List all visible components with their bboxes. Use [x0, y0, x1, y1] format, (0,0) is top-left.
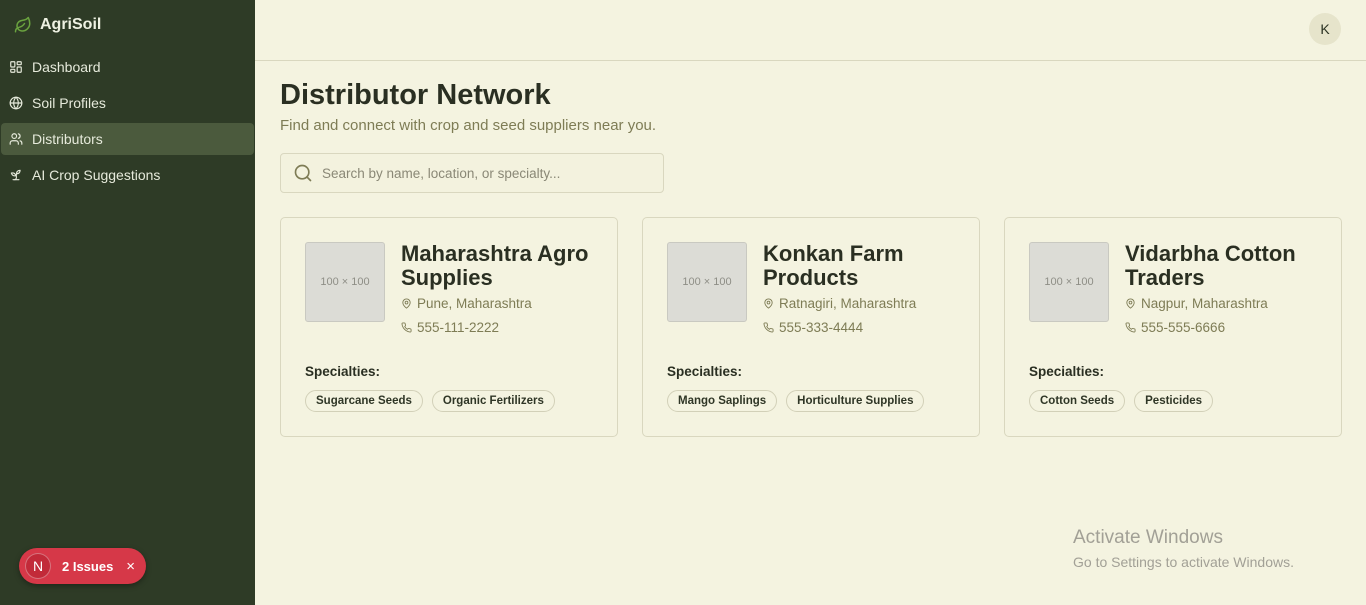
- specialties-label: Specialties:: [1029, 364, 1105, 379]
- specialties-label: Specialties:: [667, 364, 743, 379]
- distributor-location: Nagpur, Maharashtra: [1125, 296, 1268, 311]
- specialty-tag: Horticulture Supplies: [786, 390, 925, 412]
- specialties-label: Specialties:: [305, 364, 381, 379]
- brand[interactable]: AgriSoil: [14, 14, 101, 36]
- distributor-name: Vidarbha Cotton Traders: [1125, 241, 1296, 290]
- specialty-tag: Pesticides: [1134, 390, 1214, 412]
- top-bar: K: [255, 0, 1366, 61]
- page-title: Distributor Network: [280, 79, 551, 111]
- distributor-card[interactable]: 100 × 100 Maharashtra Agro Supplies Pune…: [280, 217, 618, 437]
- distributor-location-text: Nagpur, Maharashtra: [1141, 296, 1268, 311]
- distributor-list: 100 × 100 Maharashtra Agro Supplies Pune…: [280, 217, 1342, 437]
- search-icon: [294, 164, 312, 182]
- map-pin-icon: [1126, 298, 1135, 309]
- app-root: AgriSoil Dashboard Soil Profiles Distrib…: [0, 0, 1366, 605]
- distributor-phone[interactable]: 555-111-2222: [401, 320, 499, 335]
- sidebar-item-distributors[interactable]: Distributors: [1, 123, 254, 155]
- sidebar-item-ai-crop-suggestions[interactable]: AI Crop Suggestions: [1, 159, 254, 191]
- issues-label: 2 Issues: [62, 558, 114, 574]
- windows-activation-watermark: Activate Windows Go to Settings to activ…: [1073, 527, 1294, 570]
- distributor-phone[interactable]: 555-333-4444: [763, 320, 863, 335]
- sidebar: AgriSoil Dashboard Soil Profiles Distrib…: [0, 0, 255, 605]
- distributor-image-placeholder: 100 × 100: [305, 242, 385, 322]
- specialty-tags: Cotton Seeds Pesticides: [1029, 390, 1214, 412]
- specialty-tags: Mango Saplings Horticulture Supplies: [667, 390, 925, 412]
- phone-icon: [401, 322, 412, 333]
- distributor-phone-text: 555-333-4444: [779, 320, 864, 335]
- specialty-tag: Cotton Seeds: [1029, 390, 1126, 412]
- sidebar-item-label: Distributors: [32, 131, 103, 147]
- sidebar-item-label: AI Crop Suggestions: [32, 167, 161, 183]
- distributor-name: Maharashtra Agro Supplies: [401, 241, 589, 290]
- user-avatar[interactable]: K: [1309, 13, 1341, 45]
- distributor-name: Konkan Farm Products: [763, 241, 904, 290]
- distributor-location-text: Ratnagiri, Maharashtra: [779, 296, 917, 311]
- page-subtitle: Find and connect with crop and seed supp…: [280, 117, 657, 134]
- distributor-image-placeholder: 100 × 100: [1029, 242, 1109, 322]
- globe-icon: [9, 96, 23, 110]
- distributor-location: Pune, Maharashtra: [401, 296, 532, 311]
- phone-icon: [1125, 322, 1136, 333]
- specialty-tags: Sugarcane Seeds Organic Fertilizers: [305, 390, 555, 412]
- watermark-subtitle: Go to Settings to activate Windows.: [1073, 554, 1294, 570]
- distributor-image-placeholder: 100 × 100: [667, 242, 747, 322]
- leaf-icon: [14, 16, 32, 34]
- map-pin-icon: [764, 298, 773, 309]
- phone-icon: [763, 322, 774, 333]
- distributor-phone-text: 555-555-6666: [1141, 320, 1226, 335]
- sidebar-item-dashboard[interactable]: Dashboard: [1, 51, 254, 83]
- users-icon: [9, 133, 23, 145]
- distributor-location: Ratnagiri, Maharashtra: [763, 296, 916, 311]
- specialty-tag: Mango Saplings: [667, 390, 778, 412]
- distributor-card[interactable]: 100 × 100 Vidarbha Cotton Traders Nagpur…: [1004, 217, 1342, 437]
- distributor-location-text: Pune, Maharashtra: [417, 296, 532, 311]
- issues-badge[interactable]: N 2 Issues ×: [19, 548, 146, 584]
- issues-avatar: N: [25, 553, 51, 579]
- map-pin-icon: [402, 298, 411, 309]
- search-input[interactable]: [322, 165, 652, 181]
- app-name: AgriSoil: [40, 16, 102, 33]
- distributor-phone-text: 555-111-2222: [417, 320, 500, 335]
- distributor-card[interactable]: 100 × 100 Konkan Farm Products Ratnagiri…: [642, 217, 980, 437]
- close-icon[interactable]: ×: [126, 558, 135, 575]
- sidebar-item-soil-profiles[interactable]: Soil Profiles: [1, 87, 254, 119]
- sidebar-item-label: Dashboard: [32, 59, 101, 75]
- search-box[interactable]: [280, 153, 664, 193]
- dashboard-icon: [10, 61, 22, 73]
- specialty-tag: Sugarcane Seeds: [305, 390, 423, 412]
- sidebar-item-label: Soil Profiles: [32, 95, 106, 111]
- sidebar-nav: Dashboard Soil Profiles Distributors AI …: [0, 51, 255, 195]
- specialty-tag: Organic Fertilizers: [431, 390, 555, 412]
- distributor-phone[interactable]: 555-555-6666: [1125, 320, 1225, 335]
- sprout-icon: [10, 169, 21, 181]
- watermark-title: Activate Windows: [1073, 527, 1223, 548]
